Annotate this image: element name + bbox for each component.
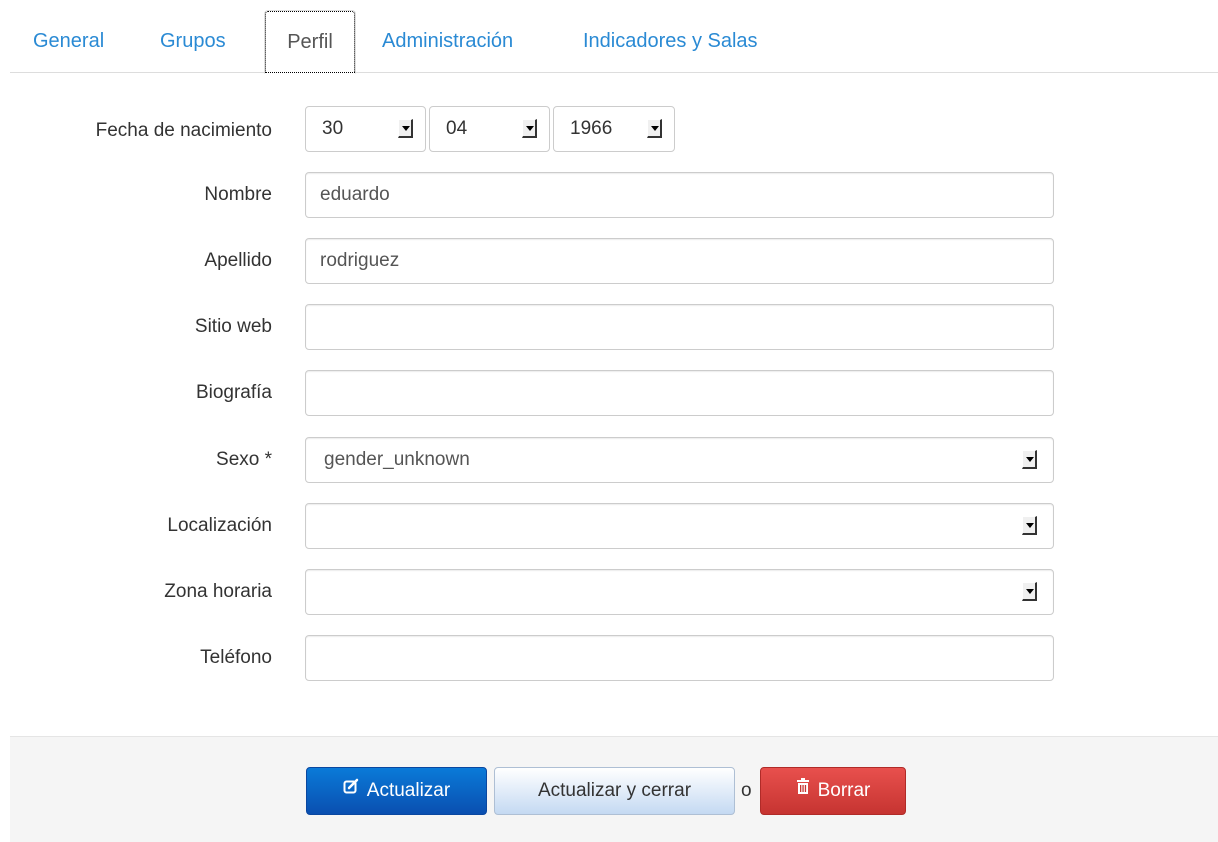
tab-bar: General Grupos Perfil Administración Ind… [10,0,1218,74]
update-button-label: Actualizar [366,780,451,802]
chevron-down-icon [1022,516,1037,535]
first-name-row: Nombre eduardo [0,170,1218,220]
actions-separator: o [741,780,752,801]
birth-month-value: 04 [446,118,468,139]
website-input[interactable] [305,304,1054,350]
chevron-down-icon [1022,582,1037,601]
tab-administracion[interactable]: Administración [382,10,513,72]
gender-row: Sexo * gender_unknown [0,435,1218,485]
last-name-label: Apellido [204,250,272,271]
tab-perfil[interactable]: Perfil [264,10,356,74]
birthdate-row: Fecha de nacimiento 30 04 1966 [0,106,1218,156]
chevron-down-icon [1022,450,1037,469]
phone-row: Teléfono [0,633,1218,683]
timezone-row: Zona horaria [0,567,1218,617]
timezone-label: Zona horaria [164,581,272,602]
location-row: Localización [0,501,1218,551]
website-row: Sitio web [0,302,1218,352]
gender-label: Sexo * [216,449,272,470]
form-actions-bar: Actualizar Actualizar y cerrar o Borrar [10,736,1218,842]
tab-grupos[interactable]: Grupos [160,10,226,72]
tab-indicadores-y-salas[interactable]: Indicadores y Salas [583,10,758,72]
birthdate-label: Fecha de nacimiento [95,120,272,141]
bio-input[interactable] [305,370,1054,416]
delete-button[interactable]: Borrar [760,767,906,815]
gender-value: gender_unknown [324,449,470,470]
bio-row: Biografía [0,368,1218,418]
location-select[interactable] [305,503,1054,549]
website-label: Sitio web [194,316,272,337]
tab-general[interactable]: General [33,10,104,72]
bio-label: Biografía [195,382,272,403]
chevron-down-icon [647,119,662,138]
chevron-down-icon [398,119,413,138]
chevron-down-icon [522,119,537,138]
location-label: Localización [167,515,272,536]
first-name-input[interactable]: eduardo [305,172,1054,218]
birth-day-select[interactable]: 30 [305,106,426,152]
birth-year-value: 1966 [570,118,613,139]
edit-icon [343,766,359,812]
trash-icon [796,766,810,812]
birth-day-value: 30 [322,118,344,139]
last-name-row: Apellido rodriguez [0,236,1218,286]
delete-button-label: Borrar [817,780,871,802]
birth-month-select[interactable]: 04 [429,106,550,152]
timezone-select[interactable] [305,569,1054,615]
birth-year-select[interactable]: 1966 [553,106,675,152]
phone-input[interactable] [305,635,1054,681]
first-name-label: Nombre [204,184,272,205]
update-and-close-button[interactable]: Actualizar y cerrar [494,767,735,815]
gender-select[interactable]: gender_unknown [305,437,1054,483]
update-button[interactable]: Actualizar [306,767,487,815]
phone-label: Teléfono [200,647,272,668]
last-name-input[interactable]: rodriguez [305,238,1054,284]
